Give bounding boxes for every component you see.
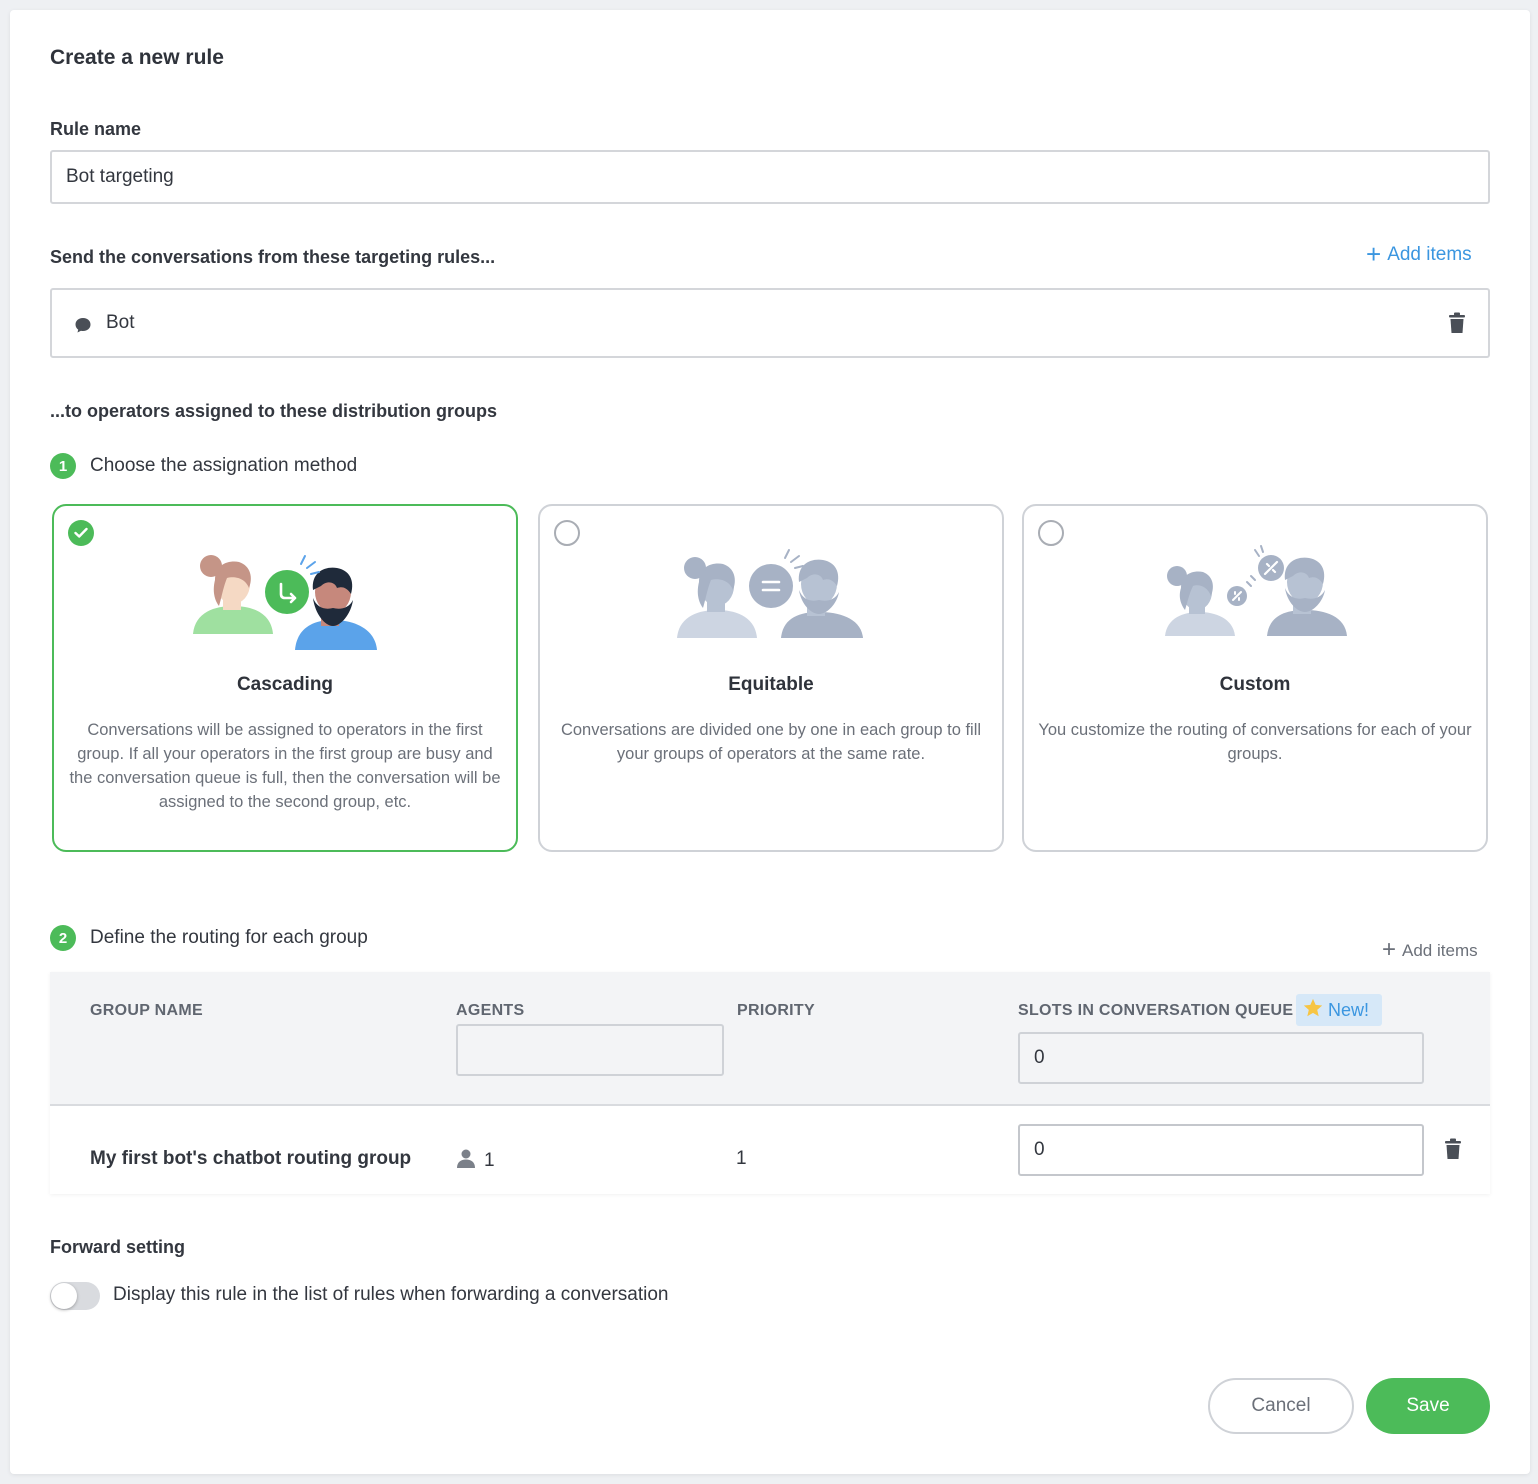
cascading-illustration-icon <box>54 542 516 662</box>
column-header-group-name: GROUP NAME <box>90 1002 203 1019</box>
agents-count: 1 <box>484 1150 495 1171</box>
targeting-item-label: Bot <box>106 312 135 333</box>
user-icon <box>456 1148 476 1174</box>
step-2-label: Define the routing for each group <box>90 927 368 948</box>
priority-cell: 1 <box>736 1148 747 1169</box>
toggle-knob <box>51 1283 77 1309</box>
method-card-equitable[interactable]: Equitable Conversations are divided one … <box>538 504 1004 852</box>
delete-group-trash-icon[interactable] <box>1444 1138 1462 1165</box>
plus-icon: + <box>1366 239 1382 269</box>
forward-toggle[interactable] <box>50 1282 100 1310</box>
step-1-label: Choose the assignation method <box>90 455 358 476</box>
forward-toggle-label: Display this rule in the list of rules w… <box>113 1284 669 1305</box>
method-title: Equitable <box>728 674 814 695</box>
distribution-label: ...to operators assigned to these distri… <box>50 401 498 421</box>
column-header-slots: SLOTS IN CONVERSATION QUEUE <box>1018 1002 1294 1019</box>
save-button[interactable]: Save <box>1366 1378 1490 1434</box>
add-items-label: Add items <box>1402 941 1478 960</box>
routing-table: GROUP NAME AGENTS PRIORITY SLOTS IN CONV… <box>50 972 1490 1194</box>
add-items-label: Add items <box>1387 244 1472 265</box>
step-2-header: 2 Define the routing for each group <box>50 925 368 951</box>
chat-bubble-icon <box>74 316 92 339</box>
equitable-illustration-icon <box>540 542 1002 662</box>
targeting-label: Send the conversations from these target… <box>50 247 496 267</box>
plus-icon: + <box>1382 936 1397 963</box>
rule-name-label: Rule name <box>50 119 142 139</box>
method-description: Conversations will be assigned to operat… <box>69 721 501 811</box>
new-badge-label: New! <box>1328 999 1370 1020</box>
step-1-header: 1 Choose the assignation method <box>50 453 357 479</box>
delete-targeting-item-trash-icon[interactable] <box>1448 312 1466 339</box>
step-number-badge: 2 <box>50 925 76 951</box>
table-header: GROUP NAME AGENTS PRIORITY SLOTS IN CONV… <box>50 972 1490 1106</box>
star-icon <box>1302 997 1324 1024</box>
method-card-cascading[interactable]: Cascading Conversations will be assigned… <box>52 504 518 852</box>
agents-filter-input[interactable] <box>456 1024 724 1076</box>
method-title: Custom <box>1219 674 1291 695</box>
method-title: Cascading <box>236 674 334 695</box>
method-card-custom[interactable]: Custom You customize the routing of conv… <box>1022 504 1488 852</box>
create-rule-modal: Create a new rule Rule name Send the con… <box>10 10 1530 1474</box>
method-description: You customize the routing of conversatio… <box>1038 721 1472 763</box>
agents-cell: 1 <box>456 1148 495 1174</box>
custom-illustration-icon <box>1024 542 1486 662</box>
new-badge: New! <box>1296 994 1382 1026</box>
column-header-agents: AGENTS <box>456 1002 525 1019</box>
add-targeting-items-button[interactable]: + Add items <box>1366 239 1472 269</box>
page-title: Create a new rule <box>50 46 224 69</box>
forward-setting-label: Forward setting <box>50 1237 186 1257</box>
method-description: Conversations are divided one by one in … <box>560 721 982 763</box>
targeting-list: Bot <box>50 288 1490 358</box>
rule-name-input[interactable] <box>50 150 1490 204</box>
cancel-button[interactable]: Cancel <box>1208 1378 1354 1434</box>
column-header-priority: PRIORITY <box>737 1002 815 1019</box>
step-number-badge: 1 <box>50 453 76 479</box>
slots-input[interactable] <box>1018 1124 1424 1176</box>
slots-default-input[interactable] <box>1018 1032 1424 1084</box>
add-group-items-button[interactable]: + Add items <box>1382 936 1478 963</box>
group-name-cell: My first bot's chatbot routing group <box>90 1148 412 1169</box>
